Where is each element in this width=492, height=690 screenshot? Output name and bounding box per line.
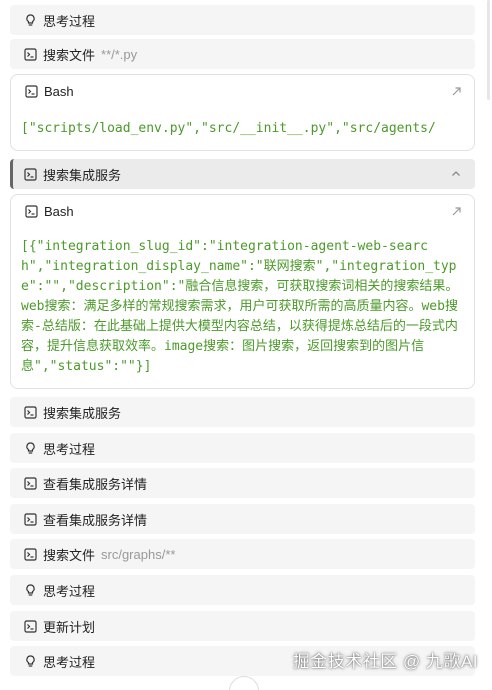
step-view-integration-detail[interactable]: 查看集成服务详情 <box>10 504 475 534</box>
lightbulb-icon <box>24 583 37 597</box>
scrollbar[interactable] <box>487 0 490 100</box>
terminal-icon <box>24 619 37 633</box>
step-label: 思考过程 <box>43 583 96 599</box>
expand-icon[interactable] <box>451 85 462 96</box>
step-label: 查看集成服务详情 <box>43 512 148 528</box>
expand-icon[interactable] <box>451 205 462 216</box>
step-search-integration[interactable]: 搜索集成服务 <box>10 159 475 189</box>
bash-output-text: [{"integration_slug_id":"integration-age… <box>21 239 459 374</box>
step-label: 搜索文件 <box>43 547 96 563</box>
step-label: 思考过程 <box>43 654 96 670</box>
step-label: 查看集成服务详情 <box>43 476 148 492</box>
lightbulb-icon <box>24 441 37 455</box>
terminal-icon <box>25 84 38 98</box>
card-header: Bash <box>11 195 474 227</box>
bash-output-card: Bash [{"integration_slug_id":"integratio… <box>10 194 475 389</box>
terminal-icon <box>25 204 38 218</box>
terminal-icon <box>24 476 37 490</box>
step-label: 思考过程 <box>43 441 96 457</box>
step-search-integration[interactable]: 搜索集成服务 <box>10 397 475 427</box>
step-view-integration-detail[interactable]: 查看集成服务详情 <box>10 468 475 498</box>
card-title: Bash <box>44 83 74 99</box>
step-thinking[interactable]: 思考过程 <box>10 575 475 605</box>
step-search-files[interactable]: 搜索文件 **/*.py <box>10 39 475 69</box>
step-label: 更新计划 <box>43 619 96 635</box>
step-label: 搜索集成服务 <box>43 405 122 421</box>
bash-output-text: ["scripts/load_env.py","src/__init__.py"… <box>21 121 436 136</box>
bash-output-card: Bash ["scripts/load_env.py","src/__init_… <box>10 74 475 151</box>
lightbulb-icon <box>24 654 37 668</box>
agent-steps-panel: 思考过程 搜索文件 **/*.py Bash ["scripts/load_en… <box>0 0 492 690</box>
step-update-plan[interactable]: 更新计划 <box>10 611 475 641</box>
step-argument: **/*.py <box>101 46 138 62</box>
chevron-up-icon[interactable] <box>449 167 463 181</box>
card-title: Bash <box>44 203 74 219</box>
watermark: 掘金技术社区 @ 九歌AI <box>292 652 478 671</box>
step-label: 搜索集成服务 <box>43 167 122 183</box>
step-label: 搜索文件 <box>43 47 96 63</box>
step-search-files[interactable]: 搜索文件 src/graphs/** <box>10 539 475 569</box>
step-thinking[interactable]: 思考过程 <box>10 433 475 463</box>
terminal-icon <box>24 512 37 526</box>
step-label: 思考过程 <box>43 13 96 29</box>
step-thinking[interactable]: 思考过程 <box>10 5 475 35</box>
terminal-icon <box>24 167 37 181</box>
step-argument: src/graphs/** <box>101 546 176 562</box>
card-header: Bash <box>11 75 474 107</box>
terminal-icon <box>24 405 37 419</box>
scroll-down-button[interactable] <box>229 676 259 690</box>
terminal-icon <box>24 547 37 561</box>
lightbulb-icon <box>24 13 37 27</box>
terminal-icon <box>24 47 37 61</box>
